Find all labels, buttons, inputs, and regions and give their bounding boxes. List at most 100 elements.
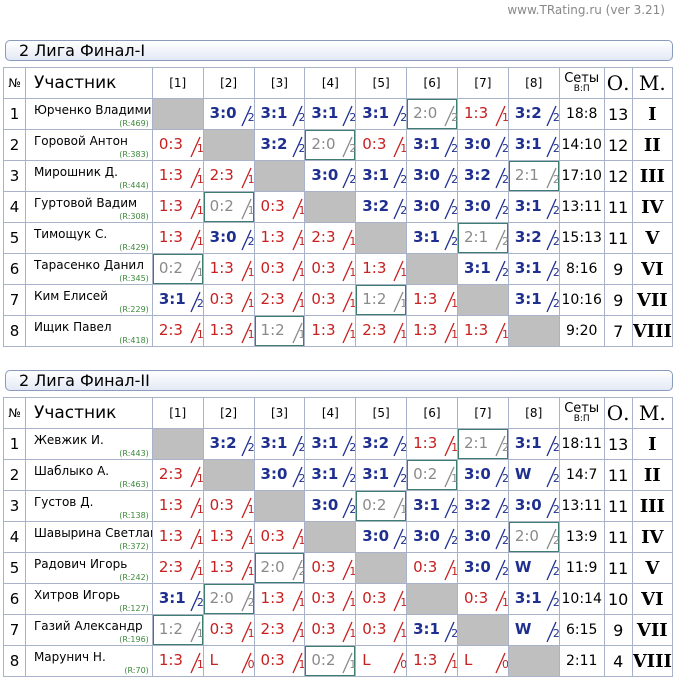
points-value: 7 <box>603 315 633 347</box>
match-score: 3:0 <box>209 104 237 122</box>
match-result-cell: 0:3 1 <box>202 490 255 522</box>
table-row: 2 Шаблыко А. (R:463) 2:3 1 3:0 2 3:1 2 3:1 2 0:2 1 3:… <box>3 459 674 491</box>
place-value: III <box>631 490 674 522</box>
match-result-cell: 3:1 2 <box>507 191 560 223</box>
player-number: 5 <box>3 552 26 584</box>
player-name[interactable]: Ким Елисей <box>34 289 108 303</box>
match-result-cell: L0 <box>456 645 509 677</box>
match-result-cell: 3:0 2 <box>456 552 509 584</box>
match-result-cell: 3:1 2 <box>253 98 306 130</box>
match-score: 1:3 <box>413 290 438 308</box>
player-name[interactable]: Мирошник Д. <box>34 165 118 179</box>
match-score: 0:3 <box>362 135 387 153</box>
player-name[interactable]: Марунич Н. <box>34 650 106 664</box>
place-value: VI <box>631 583 674 615</box>
player-number: 6 <box>3 583 26 615</box>
match-score: 3:1 <box>463 259 491 277</box>
match-score: 2:0 <box>260 558 285 576</box>
header-no: № <box>3 67 26 99</box>
match-score: 1:3 <box>209 321 234 339</box>
match-result-cell: 2:3 1 <box>253 284 306 316</box>
sets-value: 9:20 <box>558 315 605 347</box>
player-number: 2 <box>3 459 26 491</box>
match-score: 3:0 <box>413 166 440 184</box>
match-score: 2:0 <box>209 589 234 607</box>
match-score: 3:0 <box>362 527 390 545</box>
match-score: 3:0 <box>463 197 491 215</box>
player-name[interactable]: Юрченко Владимир <box>34 103 151 117</box>
points-value: 9 <box>603 614 633 646</box>
match-result-cell: 3:1 2 <box>151 583 204 615</box>
header-col-2: [2] <box>202 397 255 429</box>
match-result-cell: 0:2 1 <box>202 191 255 223</box>
player-name[interactable]: Хитров Игорь <box>34 588 120 602</box>
sets-value: 18:8 <box>558 98 605 130</box>
player-name[interactable]: Гуртовой Вадим <box>34 196 137 210</box>
match-result-cell: L0 <box>355 645 408 677</box>
player-name-cell: Горовой Антон (R:383) <box>24 129 153 161</box>
player-name[interactable]: Густов Д. <box>34 495 93 509</box>
header-place: М. <box>631 397 674 429</box>
match-result-cell: 2:0 2 <box>304 129 357 161</box>
player-name[interactable]: Ищик Павел <box>34 320 112 334</box>
player-name-cell: Тарасенко Данил (R:345) <box>24 253 153 285</box>
match-result-cell: 0:2 1 <box>355 490 408 522</box>
match-score: 0:3 <box>311 290 336 308</box>
match-result-cell: 3:0 2 <box>456 129 509 161</box>
match-result-cell: 0:3 1 <box>355 129 408 161</box>
player-number: 4 <box>3 521 26 553</box>
match-result-cell: 2:3 1 <box>151 459 204 491</box>
player-name[interactable]: Горовой Антон <box>34 134 128 148</box>
player-name[interactable]: Шаблыко А. <box>34 464 109 478</box>
match-score: 0:2 <box>209 197 234 215</box>
player-name[interactable]: Жевжик И. <box>34 433 104 447</box>
match-result-cell: 1:3 1 <box>202 315 255 347</box>
table-row: 7 Ким Елисей (R:229) 3:1 2 0:3 1 2:3 1 0:3 1 1:2 1 1:… <box>3 284 674 316</box>
match-score: 1:3 <box>158 651 183 669</box>
place-value: V <box>631 552 674 584</box>
match-score: 1:3 <box>260 589 285 607</box>
match-result-cell: 3:1 2 <box>151 284 204 316</box>
self-match-cell <box>507 645 560 677</box>
match-result-cell: 0:2 1 <box>151 253 204 285</box>
match-result-cell: 3:1 2 <box>355 160 408 192</box>
match-result-cell: 3:1 2 <box>406 129 458 161</box>
final-1-title: 2 Лига Финал-I <box>5 40 673 61</box>
match-result-cell: 1:3 1 <box>151 222 204 254</box>
player-rating: (R:429) <box>119 243 149 252</box>
match-result-cell: 1:3 1 <box>406 428 458 460</box>
match-score: 3:2 <box>362 434 390 452</box>
match-score: 2:3 <box>158 558 183 576</box>
header-sets: Сеты В:П <box>558 397 605 429</box>
player-name-cell: Радович Игорь (R:242) <box>24 552 153 584</box>
sets-value: 8:16 <box>558 253 605 285</box>
player-name[interactable]: Газий Александр <box>34 619 143 633</box>
match-score: L <box>463 651 473 669</box>
match-score: 2:1 <box>463 228 489 246</box>
header-row: № Участник [1] [2] [3] [4] [5] [6] [7] [8] Сеты В:П… <box>3 397 674 429</box>
sets-value: 14:10 <box>558 129 605 161</box>
match-score: 3:1 <box>311 465 339 483</box>
match-score: 3:0 <box>463 527 491 545</box>
player-name[interactable]: Тимощук С. <box>34 227 107 241</box>
place-value: VII <box>631 284 674 316</box>
match-score: 0:3 <box>260 527 285 545</box>
sets-value: 2:11 <box>558 645 605 677</box>
player-name[interactable]: Шавырина Светлана <box>34 526 151 540</box>
sets-value: 11:9 <box>558 552 605 584</box>
player-name[interactable]: Тарасенко Данил <box>34 258 144 272</box>
match-score: 3:0 <box>463 135 491 153</box>
match-score: 2:3 <box>158 321 183 339</box>
match-result-cell: 1:3 1 <box>406 645 458 677</box>
player-name[interactable]: Радович Игорь <box>34 557 127 571</box>
match-score: 3:1 <box>413 228 440 246</box>
player-rating: (R:444) <box>119 181 149 190</box>
match-result-cell: 1:2 1 <box>253 315 306 347</box>
match-result-cell: 1:3 1 <box>456 98 509 130</box>
player-number: 5 <box>3 222 26 254</box>
match-result-cell: L0 <box>202 645 255 677</box>
points-value: 11 <box>603 552 633 584</box>
match-result-cell: W2 <box>507 552 560 584</box>
player-number: 2 <box>3 129 26 161</box>
match-score: 1:3 <box>158 228 183 246</box>
